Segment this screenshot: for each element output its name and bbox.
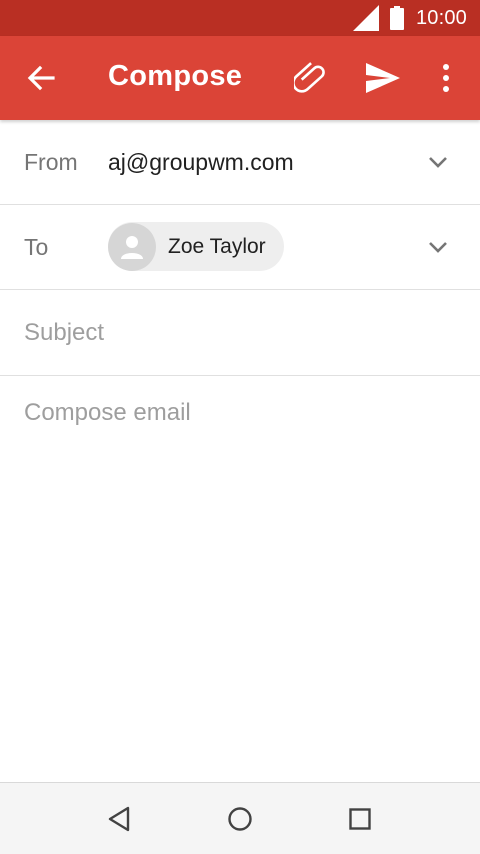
from-row[interactable]: From aj@groupwm.com [0,120,480,205]
home-circle-icon[interactable] [226,805,254,833]
attach-icon[interactable] [294,62,328,94]
system-nav-bar [0,782,480,854]
page-title: Compose [108,60,243,92]
back-arrow-icon[interactable] [26,63,56,93]
compose-screen: 10:00 Compose From aj@groupwm.com To Zoe… [0,0,480,854]
to-label: To [24,234,49,260]
from-label: From [24,149,78,175]
avatar [108,222,156,271]
recipient-chip[interactable]: Zoe Taylor [108,222,284,271]
from-account[interactable]: aj@groupwm.com [108,149,294,176]
cellular-signal-icon [352,5,379,31]
more-vert-icon[interactable] [436,62,456,94]
status-bar: 10:00 [0,0,480,36]
compose-body-input[interactable] [24,396,456,776]
back-triangle-icon[interactable] [106,805,134,833]
battery-icon [389,6,404,30]
recipient-name: Zoe Taylor [168,234,266,258]
subject-input[interactable] [24,316,454,350]
send-icon[interactable] [366,63,400,93]
recents-square-icon[interactable] [346,805,374,833]
person-icon [121,235,143,259]
subject-row [0,290,480,376]
chevron-down-icon[interactable] [426,150,450,174]
status-time: 10:00 [415,6,467,29]
app-bar: Compose [0,36,480,120]
to-row[interactable]: To Zoe Taylor [0,205,480,290]
chevron-down-icon[interactable] [426,235,450,259]
